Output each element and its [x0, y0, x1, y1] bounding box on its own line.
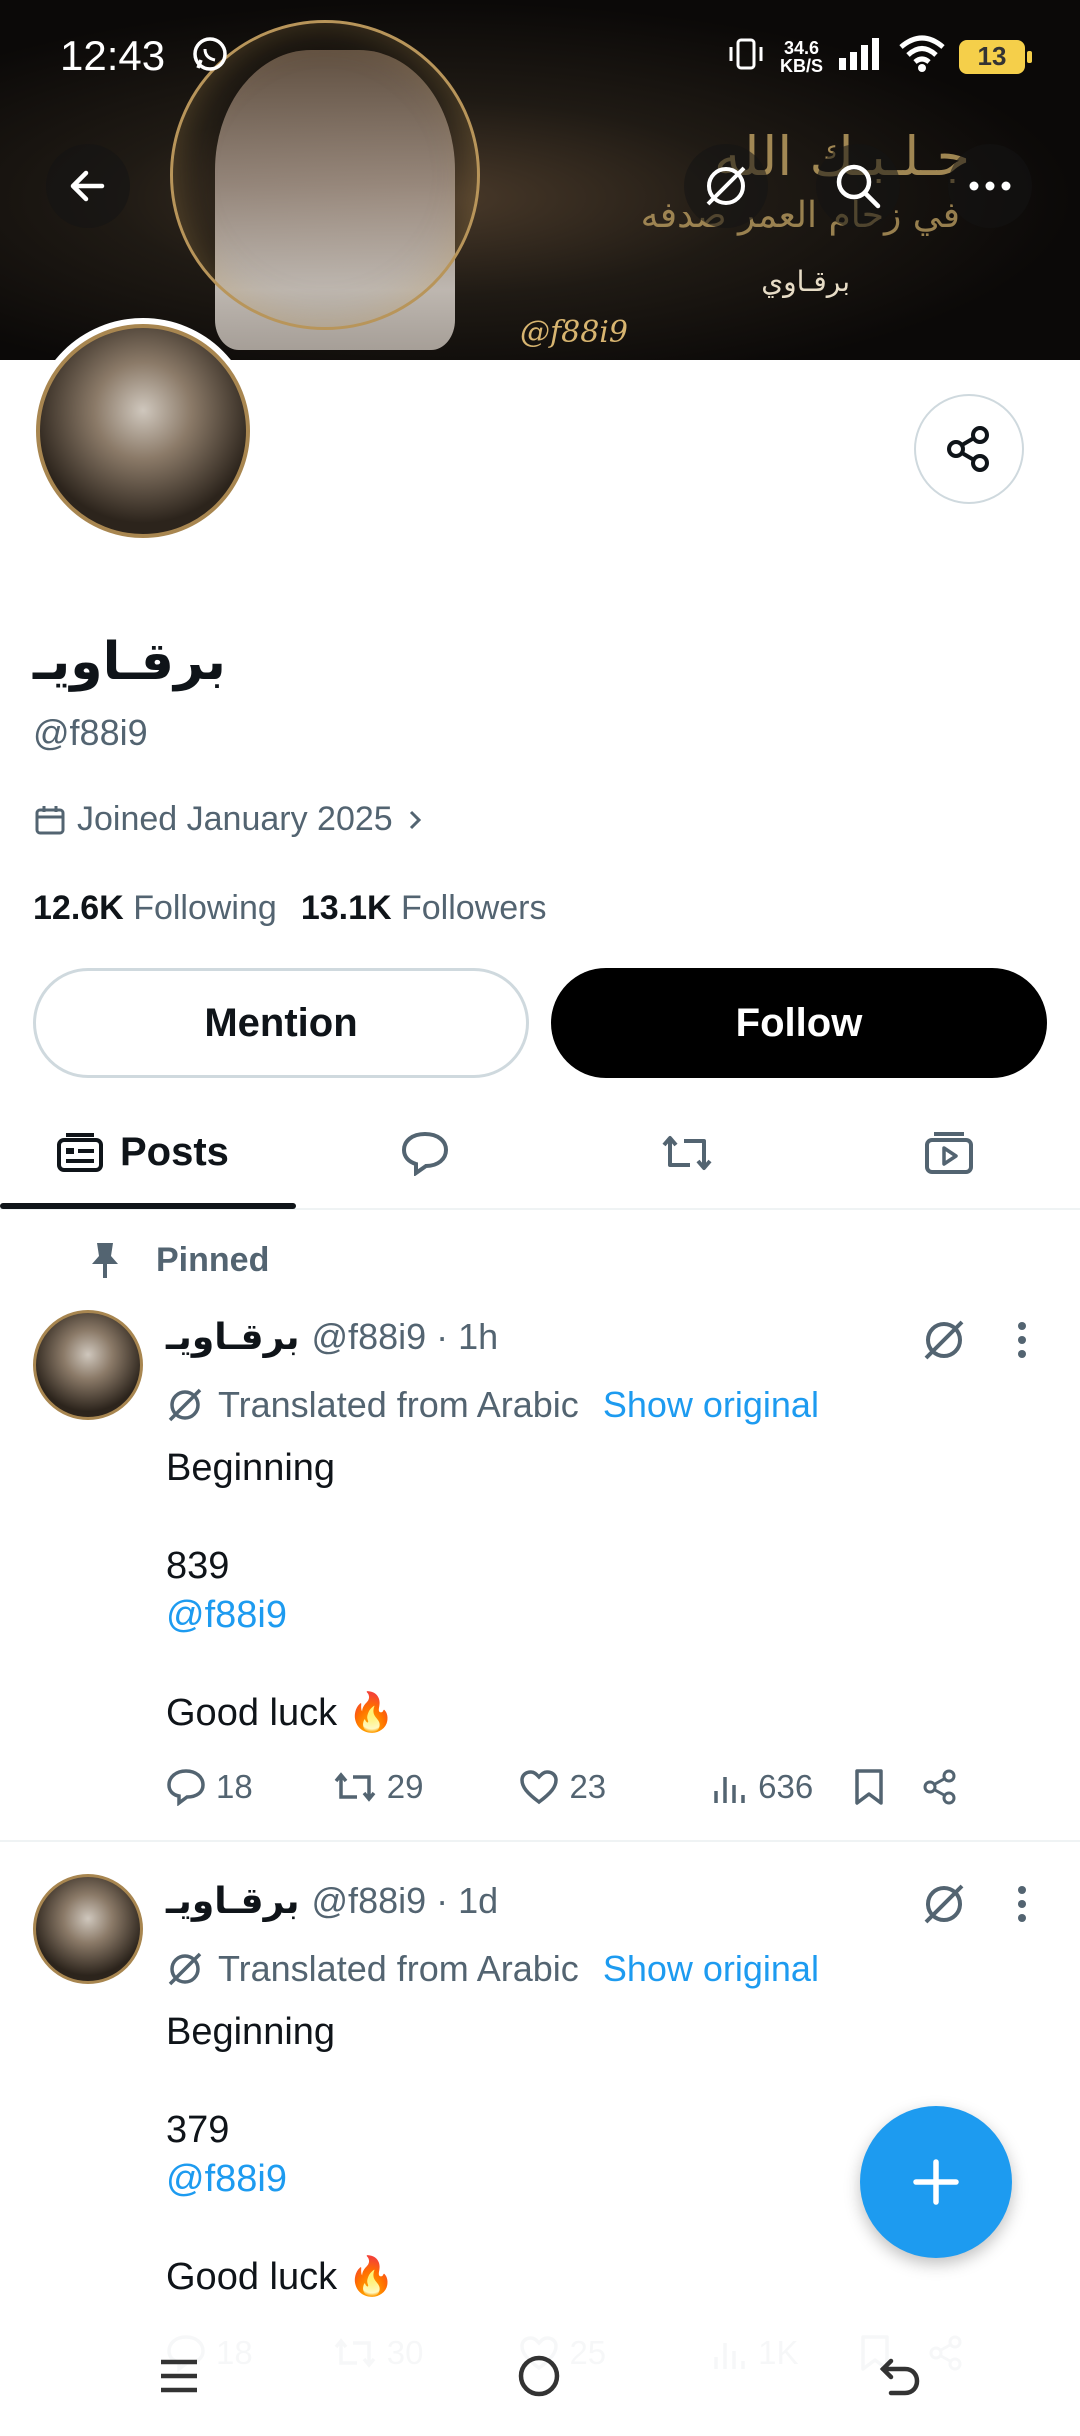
calendar-icon: [35, 805, 65, 834]
tab-posts-label: Posts: [120, 1130, 229, 1174]
share-profile-button[interactable]: [914, 394, 1024, 504]
more-icon: [969, 181, 1011, 191]
translate-icon: [168, 1388, 202, 1422]
post-meta: @f88i9 · 1h: [311, 1316, 499, 1357]
profile-avatar[interactable]: [30, 318, 256, 544]
banner-watermark: @f88i9: [520, 315, 628, 350]
translated-label: Translated from Arabic: [218, 1384, 579, 1425]
compose-button[interactable]: [860, 2106, 1012, 2258]
back-nav-button[interactable]: [877, 2355, 923, 2402]
translation-notice: Translated from Arabic Show original: [166, 1948, 819, 1990]
mention-button[interactable]: Mention: [33, 968, 529, 1078]
replies-icon: [401, 1131, 449, 1176]
share-icon: [947, 426, 989, 472]
more-button[interactable]: [948, 144, 1032, 228]
following-link[interactable]: 12.6K Following: [33, 889, 277, 928]
grok-icon: [924, 1884, 964, 1924]
posts-icon: [57, 1132, 103, 1172]
network-speed: 34.6 KB/S: [779, 37, 823, 76]
post-body: Beginning 839 @f88i9 Good luck 🔥: [166, 1447, 395, 1734]
battery-icon: 13: [959, 39, 1032, 74]
profile-handle: @f88i9: [33, 712, 148, 753]
tab-reposts[interactable]: [660, 1095, 714, 1210]
media-icon: [925, 1131, 973, 1174]
plus-icon: [913, 2159, 959, 2205]
show-original-link[interactable]: Show original: [603, 1384, 819, 1426]
display-name: برقـاويـ: [33, 632, 226, 692]
heart-icon: [520, 1770, 559, 1805]
reply-button[interactable]: 18: [166, 1768, 253, 1806]
post-header: برقـاويـ @f88i9 · 1h: [166, 1316, 498, 1358]
tab-replies[interactable]: [400, 1095, 450, 1210]
post-avatar[interactable]: [33, 1874, 143, 1984]
grok-post-button[interactable]: [920, 1316, 968, 1369]
status-bar: 12:43 34.6 KB/S 13: [0, 0, 1080, 110]
tab-media[interactable]: [924, 1095, 974, 1210]
post-avatar[interactable]: [33, 1310, 143, 1420]
pinned-label: Pinned: [156, 1240, 270, 1279]
post-divider: [0, 1840, 1080, 1842]
pin-icon: [92, 1243, 118, 1278]
back-button[interactable]: [46, 144, 130, 228]
post-meta: @f88i9 · 1d: [311, 1880, 499, 1921]
vibrate-icon: [726, 34, 766, 79]
status-time: 12:43: [60, 32, 166, 79]
repost-icon: [334, 1772, 376, 1802]
views-icon: [714, 1777, 745, 1803]
grok-icon: [924, 1320, 964, 1360]
system-nav-bar: [0, 2320, 1080, 2436]
post-more-button[interactable]: [1016, 1320, 1028, 1365]
follow-button[interactable]: Follow: [551, 968, 1047, 1078]
like-button[interactable]: 23: [519, 1768, 606, 1806]
menu-icon: [161, 2359, 198, 2392]
avatar-image: [36, 324, 250, 538]
kebab-icon: [1018, 1322, 1026, 1358]
tab-posts[interactable]: Posts: [56, 1095, 229, 1210]
translation-notice: Translated from Arabic Show original: [166, 1384, 819, 1426]
status-right: 34.6 KB/S 13: [726, 34, 1032, 79]
profile-tabs: Posts: [0, 1095, 1080, 1210]
grok-post-button[interactable]: [920, 1880, 968, 1933]
show-original-link[interactable]: Show original: [603, 1948, 819, 1990]
post-author-name[interactable]: برقـاويـ: [166, 1317, 300, 1358]
banner-signature: برقـاوي: [761, 265, 850, 298]
search-button[interactable]: [816, 144, 900, 228]
home-button[interactable]: [516, 2353, 562, 2404]
joined-label: Joined January 2025: [77, 800, 393, 838]
views-button[interactable]: 636: [712, 1768, 813, 1806]
reply-icon: [167, 1769, 205, 1806]
chevron-right-icon: [409, 810, 421, 829]
pinned-indicator: Pinned: [88, 1240, 269, 1280]
post-more-button[interactable]: [1016, 1884, 1028, 1929]
whatsapp-icon: [190, 34, 230, 79]
home-circle-icon: [518, 2355, 560, 2396]
wifi-icon: [899, 35, 945, 78]
recent-apps-button[interactable]: [157, 2356, 201, 2401]
follow-stats: 12.6K Following 13.1K Followers: [33, 889, 546, 928]
bookmark-button[interactable]: [853, 1768, 885, 1806]
post-actions: 18 29 23 636: [166, 1768, 1046, 1806]
signal-icon: [837, 36, 885, 77]
mention-link[interactable]: @f88i9: [166, 2155, 395, 2204]
reposts-icon: [662, 1135, 712, 1170]
grok-icon: [706, 166, 746, 206]
bookmark-icon: [855, 1769, 883, 1805]
mention-link[interactable]: @f88i9: [166, 1591, 395, 1640]
arrow-left-icon: [70, 170, 105, 202]
followers-link[interactable]: 13.1K Followers: [301, 889, 547, 928]
post-body: Beginning 379 @f88i9 Good luck 🔥: [166, 2011, 395, 2298]
grok-button[interactable]: [684, 144, 768, 228]
search-icon: [836, 164, 881, 209]
translate-icon: [168, 1952, 202, 1986]
post-header: برقـاويـ @f88i9 · 1d: [166, 1880, 498, 1922]
share-post-button[interactable]: [921, 1768, 959, 1806]
joined-date[interactable]: Joined January 2025: [33, 800, 427, 839]
translated-label: Translated from Arabic: [218, 1948, 579, 1989]
share-icon: [923, 1769, 956, 1805]
back-arrow-icon: [879, 2358, 919, 2395]
post-author-name[interactable]: برقـاويـ: [166, 1881, 300, 1922]
kebab-icon: [1018, 1886, 1026, 1922]
tab-active-indicator: [0, 1203, 296, 1209]
repost-button[interactable]: 29: [333, 1768, 423, 1806]
